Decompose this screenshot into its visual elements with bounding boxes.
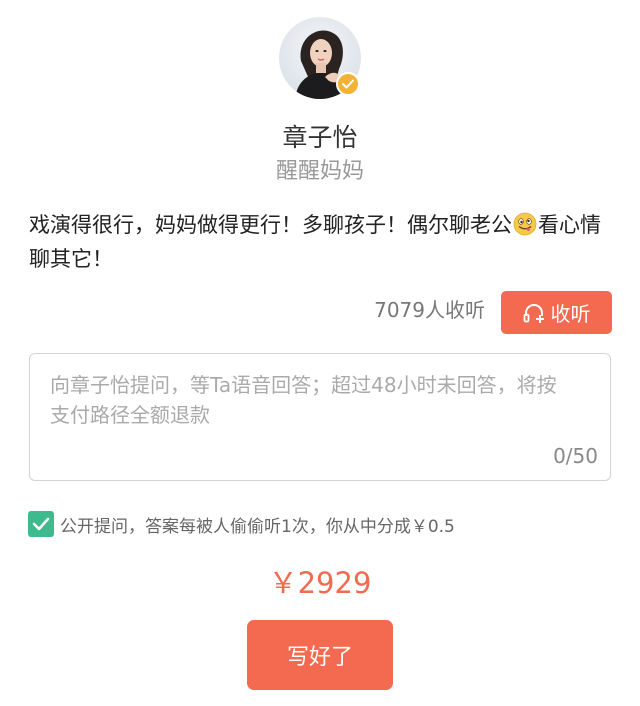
bio-text-start: 戏演得很行，妈妈做得更行！多聊孩子！偶尔聊老公 xyxy=(29,213,512,237)
submit-button[interactable]: 写好了 xyxy=(247,620,393,690)
profile-name: 章子怡 xyxy=(282,123,358,152)
listen-button-label: 收听 xyxy=(550,302,591,326)
winking-tongue-face-emoji xyxy=(513,212,537,236)
listener-count: 7079人收听 xyxy=(374,298,485,322)
question-price: ￥2929 xyxy=(268,566,372,600)
profile-subtitle: 醒醒妈妈 xyxy=(275,159,364,184)
public-question-option[interactable]: 公开提问，答案每被人偷偷听1次，你从中分成￥0.5 xyxy=(28,511,455,537)
listen-button[interactable]: 收听 xyxy=(501,291,612,334)
verified-check-icon xyxy=(338,74,358,94)
headphones-plus-icon xyxy=(523,303,544,323)
char-counter: 0/50 xyxy=(553,444,598,468)
profile-bio: 戏演得很行，妈妈做得更行！多聊孩子！偶尔聊老公 看心情聊其它！ xyxy=(29,208,614,276)
public-checkbox[interactable] xyxy=(28,511,54,537)
verified-badge xyxy=(336,72,360,96)
avatar-container[interactable] xyxy=(279,17,361,99)
question-input[interactable] xyxy=(50,370,570,450)
question-box: 0/50 xyxy=(29,353,611,481)
check-icon xyxy=(32,517,50,531)
public-option-label: 公开提问，答案每被人偷偷听1次，你从中分成￥0.5 xyxy=(60,516,455,537)
